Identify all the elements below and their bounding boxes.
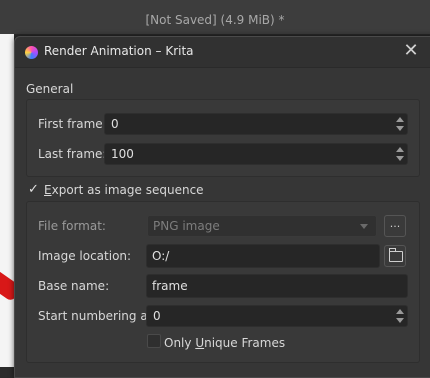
export-sequence-checkbox[interactable]: ✓ <box>27 182 41 198</box>
spin-up-icon[interactable] <box>396 147 404 152</box>
image-location-label: Image location: <box>38 249 132 263</box>
general-section-label: General <box>26 82 74 96</box>
dialog-title: Render Animation – Krita <box>44 44 194 58</box>
export-group: File format: PNG image ... Image locatio… <box>26 201 420 363</box>
last-frame-spinbox[interactable]: 100 <box>104 143 408 165</box>
spin-down-icon[interactable] <box>396 156 404 161</box>
file-format-select[interactable]: PNG image <box>147 215 377 237</box>
only-unique-frames-label[interactable]: Only Unique Frames <box>164 336 285 350</box>
document-status-bar: [Not Saved] (4.9 MiB) * <box>0 0 430 34</box>
start-numbering-value: 0 <box>153 309 161 323</box>
export-sequence-label[interactable]: Export as image sequence <box>44 183 204 197</box>
spin-up-icon[interactable] <box>396 309 404 314</box>
krita-icon <box>25 46 38 59</box>
last-frame-label: Last frame: <box>38 147 107 161</box>
spin-down-icon[interactable] <box>396 126 404 131</box>
spin-up-icon[interactable] <box>396 117 404 122</box>
canvas-page <box>0 34 14 367</box>
chevron-down-icon <box>360 224 368 229</box>
start-numbering-spinbox[interactable]: 0 <box>146 305 408 327</box>
folder-icon <box>389 248 403 262</box>
dialog-titlebar: Render Animation – Krita ✕ <box>15 37 430 68</box>
checkmark-icon: ✓ <box>28 182 39 197</box>
base-name-input[interactable]: frame <box>146 274 408 298</box>
image-location-input[interactable]: O:/ <box>146 244 380 268</box>
first-frame-spinbox[interactable]: 0 <box>104 113 408 135</box>
render-animation-dialog: Render Animation – Krita ✕ General First… <box>14 36 430 378</box>
start-numbering-stepper[interactable] <box>394 307 405 325</box>
image-location-value: O:/ <box>152 249 170 263</box>
last-frame-stepper[interactable] <box>394 145 405 163</box>
spin-down-icon[interactable] <box>396 318 404 323</box>
first-frame-stepper[interactable] <box>394 115 405 133</box>
file-format-value: PNG image <box>153 219 220 233</box>
start-numbering-label: Start numbering at: <box>38 309 157 323</box>
file-format-label: File format: <box>38 219 106 233</box>
close-icon[interactable]: ✕ <box>401 40 421 62</box>
base-name-label: Base name: <box>38 279 110 293</box>
browse-folder-button[interactable] <box>384 245 406 267</box>
document-status-text: [Not Saved] (4.9 MiB) * <box>145 13 285 27</box>
first-frame-value: 0 <box>111 117 119 131</box>
first-frame-label: First frame: <box>38 117 107 131</box>
file-format-options-button[interactable]: ... <box>384 215 406 237</box>
only-unique-frames-checkbox[interactable] <box>147 334 161 348</box>
general-group: First frame: 0 Last frame: 100 <box>26 99 420 177</box>
last-frame-value: 100 <box>111 147 134 161</box>
base-name-value: frame <box>152 279 188 293</box>
